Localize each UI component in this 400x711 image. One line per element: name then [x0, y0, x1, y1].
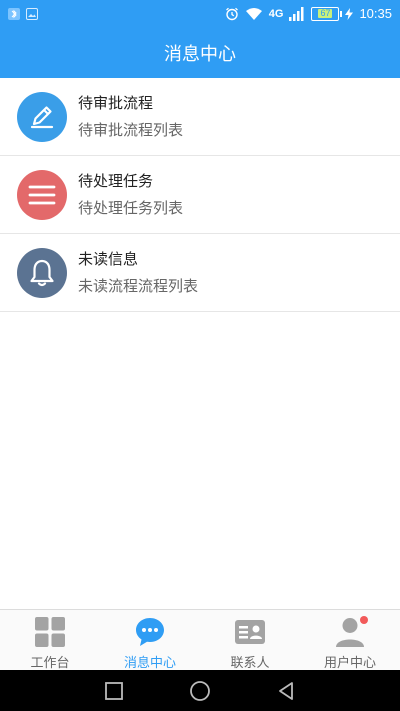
status-right: 4G 67 10:35	[225, 6, 392, 21]
page-title: 消息中心	[164, 43, 236, 65]
message-list: 待审批流程 待审批流程列表 待处理任务 待处理任务列表 未读信息 未读流程流程列…	[0, 78, 400, 312]
list-item-pending-tasks[interactable]: 待处理任务 待处理任务列表	[0, 156, 400, 234]
list-item-pending-approval[interactable]: 待审批流程 待审批流程列表	[0, 78, 400, 156]
wifi-icon	[245, 7, 263, 21]
tab-label: 联系人	[230, 656, 270, 671]
grid-icon	[34, 616, 66, 648]
charging-icon	[345, 7, 354, 20]
bluetooth-notification-icon	[8, 7, 20, 20]
item-subtitle: 待审批流程列表	[78, 121, 184, 139]
tab-message-center[interactable]: 消息中心	[100, 610, 200, 671]
tab-user-center[interactable]: 用户中心	[300, 610, 400, 671]
contact-card-icon	[234, 616, 266, 648]
tab-label: 工作台	[30, 656, 70, 671]
status-left	[8, 7, 38, 20]
item-text: 待处理任务 待处理任务列表	[78, 171, 183, 218]
item-text: 未读信息 未读流程流程列表	[78, 249, 198, 296]
bell-icon	[17, 247, 67, 298]
chat-bubble-icon	[134, 616, 166, 648]
battery-icon: 67	[311, 6, 343, 21]
back-button[interactable]	[272, 677, 300, 705]
tab-contacts[interactable]: 联系人	[200, 610, 300, 671]
item-title: 待审批流程	[78, 94, 154, 112]
status-time: 10:35	[359, 6, 392, 21]
bottom-tab-bar: 工作台 消息中心 联系人 用户中心	[0, 609, 400, 671]
item-title: 未读信息	[78, 250, 139, 268]
alarm-icon	[225, 7, 239, 21]
recent-apps-button[interactable]	[100, 677, 128, 705]
item-title: 待处理任务	[78, 172, 154, 190]
tab-workbench[interactable]: 工作台	[0, 610, 100, 671]
menu-icon	[17, 169, 67, 220]
status-bar: 4G 67 10:35	[0, 0, 400, 27]
item-subtitle: 待处理任务列表	[78, 199, 184, 217]
pencil-icon	[17, 91, 67, 142]
image-notification-icon	[26, 7, 38, 20]
signal-icon	[289, 6, 305, 21]
notification-badge-dot	[360, 616, 368, 624]
network-type-label: 4G	[268, 7, 284, 20]
app-header: 消息中心	[0, 27, 400, 78]
system-nav-bar	[0, 670, 400, 711]
list-item-unread-messages[interactable]: 未读信息 未读流程流程列表	[0, 234, 400, 312]
tab-label: 用户中心	[323, 656, 376, 671]
item-text: 待审批流程 待审批流程列表	[78, 93, 183, 140]
battery-level: 67	[318, 8, 333, 18]
tab-label: 消息中心	[123, 656, 176, 671]
item-subtitle: 未读流程流程列表	[78, 277, 199, 295]
home-button[interactable]	[186, 677, 214, 705]
